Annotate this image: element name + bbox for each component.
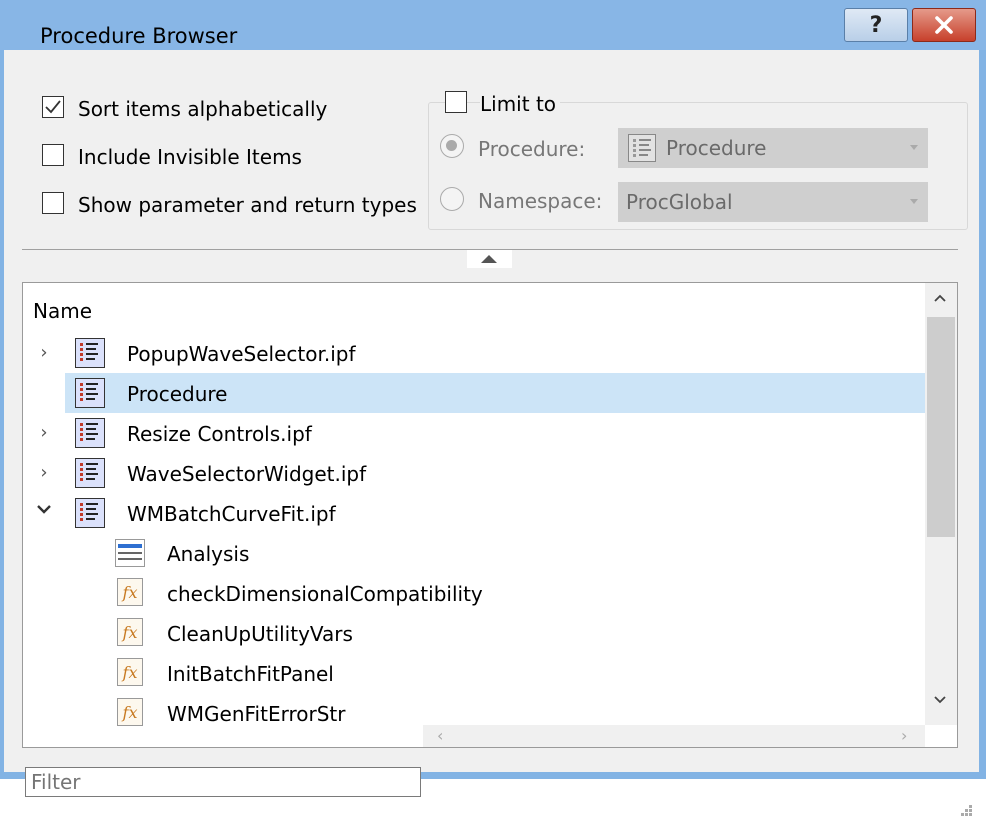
- namespace-combo-value: ProcGlobal: [626, 190, 733, 214]
- menu-icon: [115, 539, 145, 567]
- collapse-options-button[interactable]: [467, 250, 512, 268]
- include-invisible-checkbox[interactable]: [42, 144, 64, 166]
- show-types-label[interactable]: Show parameter and return types: [78, 193, 417, 217]
- tree-row-label: CleanUpUtilityVars: [167, 622, 353, 646]
- dialog-body: Sort items alphabetically Include Invisi…: [4, 50, 979, 816]
- procedure-file-icon: [75, 338, 105, 368]
- chevron-down-icon[interactable]: [36, 501, 52, 520]
- chevron-right-icon[interactable]: ›: [36, 344, 52, 362]
- close-icon: [935, 16, 953, 34]
- tree-row-selected[interactable]: Procedure: [65, 373, 925, 413]
- procedure-browser-window: Procedure Browser ? Sort items alphabeti…: [0, 0, 986, 816]
- tree-row[interactable]: WMBatchCurveFit.ipf: [23, 493, 925, 533]
- tree-row[interactable]: › WaveSelectorWidget.ipf: [23, 453, 925, 493]
- limit-to-checkbox[interactable]: [445, 91, 467, 113]
- limit-to-label[interactable]: Limit to: [480, 92, 561, 116]
- procedure-combo[interactable]: Procedure: [618, 128, 928, 168]
- procedure-file-icon: [75, 498, 105, 528]
- include-invisible-label[interactable]: Include Invisible Items: [78, 145, 302, 169]
- window-title: Procedure Browser: [40, 24, 238, 48]
- scroll-up-arrow-icon[interactable]: [933, 291, 947, 307]
- close-button[interactable]: [912, 8, 976, 42]
- procedure-tree[interactable]: Name › PopupWaveSelector.ipf Procedure ›: [22, 282, 958, 748]
- namespace-combo[interactable]: ProcGlobal: [618, 182, 928, 222]
- procedure-file-icon: [75, 418, 105, 448]
- tree-row[interactable]: › Resize Controls.ipf: [23, 413, 925, 453]
- tree-row-label: Resize Controls.ipf: [127, 422, 312, 446]
- tree-row[interactable]: fx InitBatchFitPanel: [23, 653, 925, 693]
- chevron-down-glyph: [37, 505, 51, 514]
- tree-row[interactable]: fx checkDimensionalCompatibility: [23, 573, 925, 613]
- chevron-right-icon[interactable]: ›: [36, 424, 52, 442]
- procedure-file-icon: [75, 378, 105, 408]
- resize-grip-icon[interactable]: [959, 803, 973, 817]
- tree-row-label: Procedure: [127, 382, 228, 406]
- horizontal-scrollbar[interactable]: ‹ ›: [423, 725, 925, 747]
- tree-row-label: WaveSelectorWidget.ipf: [127, 462, 367, 486]
- show-types-checkbox[interactable]: [42, 192, 64, 214]
- tree-row[interactable]: › PopupWaveSelector.ipf: [23, 333, 925, 373]
- tree-row-label: WMBatchCurveFit.ipf: [127, 502, 336, 526]
- chevron-right-icon[interactable]: ›: [36, 464, 52, 482]
- vertical-scroll-thumb[interactable]: [927, 317, 955, 537]
- namespace-radio[interactable]: [440, 187, 464, 211]
- tree-row[interactable]: fx CleanUpUtilityVars: [23, 613, 925, 653]
- chevron-down-glyph: [934, 696, 946, 704]
- function-icon: fx: [117, 618, 143, 646]
- title-bar[interactable]: Procedure Browser ?: [0, 0, 986, 50]
- tree-row-label: WMGenFitErrorStr: [167, 702, 346, 726]
- tree-row-label: PopupWaveSelector.ipf: [127, 342, 356, 366]
- dropdown-arrow-icon: [910, 145, 918, 150]
- function-icon: fx: [117, 698, 143, 726]
- procedure-radio[interactable]: [440, 134, 464, 158]
- tree-row-label: checkDimensionalCompatibility: [167, 582, 483, 606]
- procedure-combo-value: Procedure: [666, 136, 767, 160]
- function-icon: fx: [117, 658, 143, 686]
- function-icon: fx: [117, 578, 143, 606]
- checkmark-icon: [45, 100, 61, 114]
- namespace-radio-label: Namespace:: [478, 189, 603, 213]
- filter-input[interactable]: [25, 767, 421, 797]
- scroll-right-arrow-icon[interactable]: ›: [901, 726, 907, 745]
- tree-row-label: Analysis: [167, 542, 250, 566]
- dropdown-arrow-icon: [910, 199, 918, 204]
- help-icon: ?: [869, 12, 883, 38]
- scroll-left-arrow-icon[interactable]: ‹: [437, 726, 443, 745]
- tree-row-label: InitBatchFitPanel: [167, 662, 334, 686]
- sort-alphabetically-label[interactable]: Sort items alphabetically: [78, 97, 327, 121]
- help-button[interactable]: ?: [844, 8, 908, 42]
- vertical-scrollbar[interactable]: [925, 283, 957, 725]
- procedure-file-icon: [75, 458, 105, 488]
- tree-row[interactable]: Analysis: [23, 533, 925, 573]
- procedure-file-icon: [628, 134, 656, 162]
- procedure-radio-label: Procedure:: [478, 137, 586, 161]
- column-header-name[interactable]: Name: [33, 299, 92, 323]
- chevron-up-glyph: [934, 294, 946, 302]
- sort-alphabetically-checkbox[interactable]: [42, 96, 64, 118]
- scroll-down-arrow-icon[interactable]: [933, 693, 947, 709]
